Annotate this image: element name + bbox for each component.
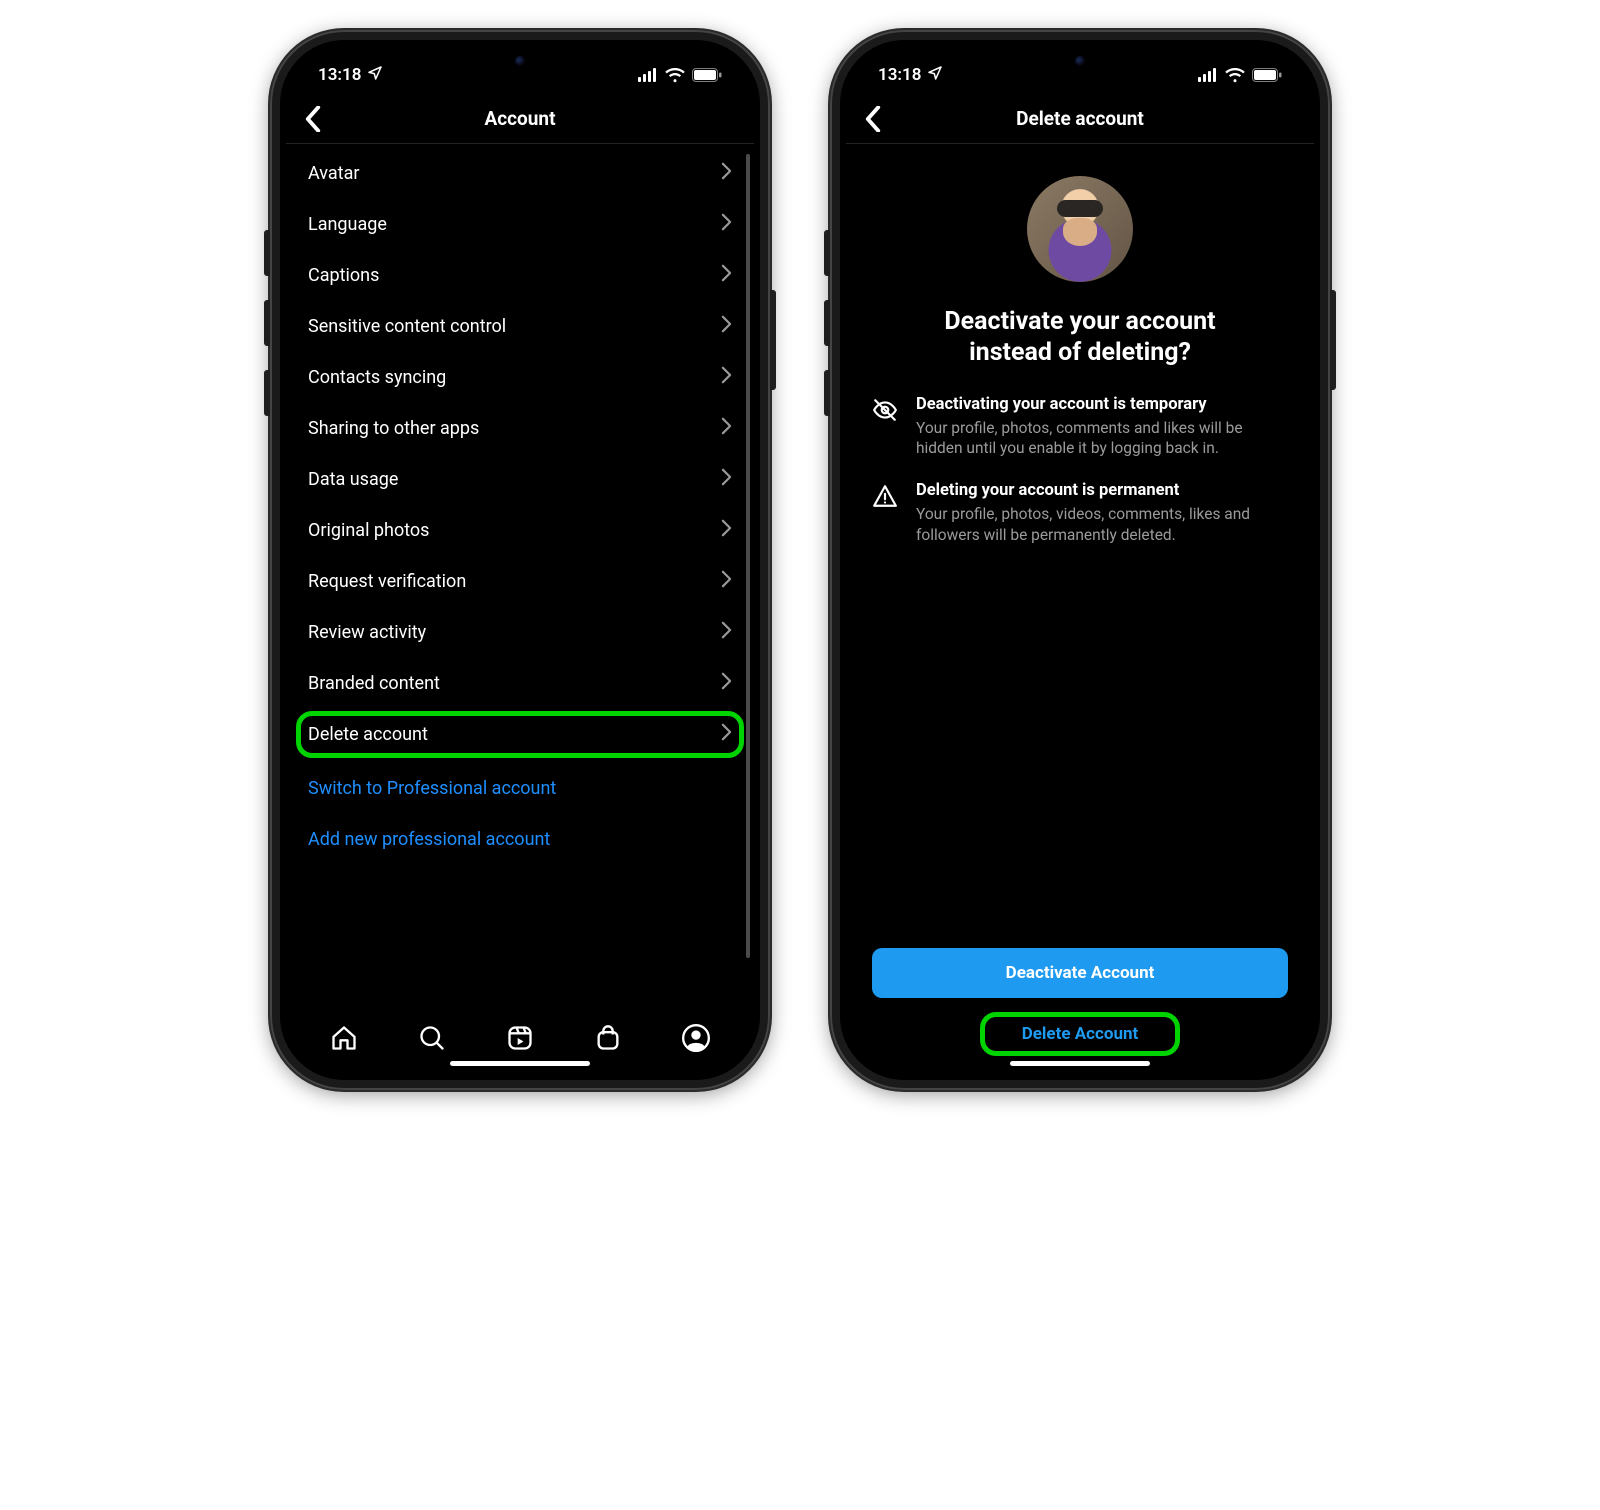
- button-label: Delete Account: [1022, 1024, 1139, 1044]
- status-time: 13:18: [318, 65, 361, 85]
- profile-avatar: [1027, 176, 1133, 282]
- list-item-language[interactable]: Language: [286, 199, 754, 250]
- list-item-label: Original photos: [308, 520, 429, 541]
- deactivate-account-button[interactable]: Deactivate Account: [872, 948, 1288, 998]
- button-label: Deactivate Account: [1006, 963, 1155, 983]
- cell-signal-icon: [1198, 68, 1218, 82]
- info-delete: Deleting your account is permanent Your …: [872, 481, 1288, 546]
- list-item-label: Switch to Professional account: [308, 778, 556, 799]
- chevron-right-icon: [721, 162, 732, 185]
- location-icon: [367, 65, 383, 86]
- wifi-icon: [1225, 68, 1245, 83]
- tab-home[interactable]: [330, 1024, 358, 1056]
- chevron-right-icon: [721, 468, 732, 491]
- list-item-label: Branded content: [308, 673, 440, 694]
- list-item-review-activity[interactable]: Review activity: [286, 607, 754, 658]
- chevron-right-icon: [721, 264, 732, 287]
- list-item-avatar[interactable]: Avatar: [286, 148, 754, 199]
- battery-icon: [1252, 68, 1282, 82]
- home-indicator[interactable]: [450, 1061, 590, 1066]
- page-title: Account: [484, 107, 555, 130]
- settings-list-container: Avatar Language Captions Sensitive conte…: [286, 144, 754, 1008]
- cell-signal-icon: [638, 68, 658, 82]
- chevron-right-icon: [721, 519, 732, 542]
- info-body: Your profile, photos, videos, comments, …: [916, 504, 1288, 546]
- screen-right: 13:18: [846, 46, 1314, 1074]
- tab-reels[interactable]: [506, 1024, 534, 1056]
- list-item-captions[interactable]: Captions: [286, 250, 754, 301]
- chevron-right-icon: [721, 723, 732, 746]
- battery-icon: [692, 68, 722, 82]
- phone-frame-right: 13:18: [830, 30, 1330, 1090]
- list-item-label: Add new professional account: [308, 829, 550, 850]
- list-item-label: Contacts syncing: [308, 367, 446, 388]
- delete-account-button[interactable]: Delete Account: [872, 1012, 1288, 1056]
- link-add-professional[interactable]: Add new professional account: [286, 811, 754, 862]
- warning-icon: [872, 481, 900, 546]
- phone-frame-left: 13:18: [270, 30, 770, 1090]
- list-item-label: Sharing to other apps: [308, 418, 479, 439]
- list-item-label: Captions: [308, 265, 379, 286]
- list-item-label: Language: [308, 214, 387, 235]
- list-item-label: Request verification: [308, 571, 466, 592]
- link-switch-professional[interactable]: Switch to Professional account: [286, 760, 754, 811]
- tab-profile[interactable]: [682, 1024, 710, 1056]
- list-item-sharing-other-apps[interactable]: Sharing to other apps: [286, 403, 754, 454]
- scroll-indicator[interactable]: [746, 154, 750, 958]
- status-time: 13:18: [878, 65, 921, 85]
- tab-shop[interactable]: [594, 1024, 622, 1056]
- screen-left: 13:18: [286, 46, 754, 1074]
- tab-search[interactable]: [418, 1024, 446, 1056]
- notch: [430, 46, 610, 76]
- chevron-right-icon: [721, 621, 732, 644]
- chevron-right-icon: [721, 672, 732, 695]
- settings-list[interactable]: Avatar Language Captions Sensitive conte…: [286, 144, 754, 866]
- delete-account-body: Deactivate your account instead of delet…: [846, 144, 1314, 1074]
- list-item-label: Data usage: [308, 469, 398, 490]
- list-item-label: Delete account: [308, 724, 428, 745]
- home-indicator[interactable]: [1010, 1061, 1150, 1066]
- notch: [990, 46, 1170, 76]
- heading-line2: instead of deleting?: [969, 338, 1191, 367]
- nav-header: Account: [286, 94, 754, 144]
- chevron-right-icon: [721, 213, 732, 236]
- info-deactivate: Deactivating your account is temporary Y…: [872, 395, 1288, 460]
- list-item-label: Avatar: [308, 163, 359, 184]
- wifi-icon: [665, 68, 685, 83]
- heading-line1: Deactivate your account: [944, 307, 1215, 336]
- page-title: Delete account: [1016, 107, 1144, 130]
- chevron-right-icon: [721, 570, 732, 593]
- list-item-original-photos[interactable]: Original photos: [286, 505, 754, 556]
- list-item-delete-account[interactable]: Delete account: [286, 709, 754, 760]
- info-title: Deactivating your account is temporary: [916, 395, 1288, 414]
- list-item-label: Review activity: [308, 622, 426, 643]
- list-item-request-verification[interactable]: Request verification: [286, 556, 754, 607]
- list-item-contacts-syncing[interactable]: Contacts syncing: [286, 352, 754, 403]
- list-item-data-usage[interactable]: Data usage: [286, 454, 754, 505]
- chevron-right-icon: [721, 417, 732, 440]
- info-body: Your profile, photos, comments and likes…: [916, 418, 1288, 460]
- list-item-label: Sensitive content control: [308, 316, 506, 337]
- nav-header: Delete account: [846, 94, 1314, 144]
- chevron-right-icon: [721, 315, 732, 338]
- back-button[interactable]: [304, 106, 322, 132]
- location-icon: [927, 65, 943, 86]
- chevron-right-icon: [721, 366, 732, 389]
- deactivate-heading: Deactivate your account instead of delet…: [872, 306, 1288, 369]
- eye-off-icon: [872, 395, 900, 460]
- back-button[interactable]: [864, 106, 882, 132]
- info-title: Deleting your account is permanent: [916, 481, 1288, 500]
- list-item-branded-content[interactable]: Branded content: [286, 658, 754, 709]
- list-item-sensitive-content[interactable]: Sensitive content control: [286, 301, 754, 352]
